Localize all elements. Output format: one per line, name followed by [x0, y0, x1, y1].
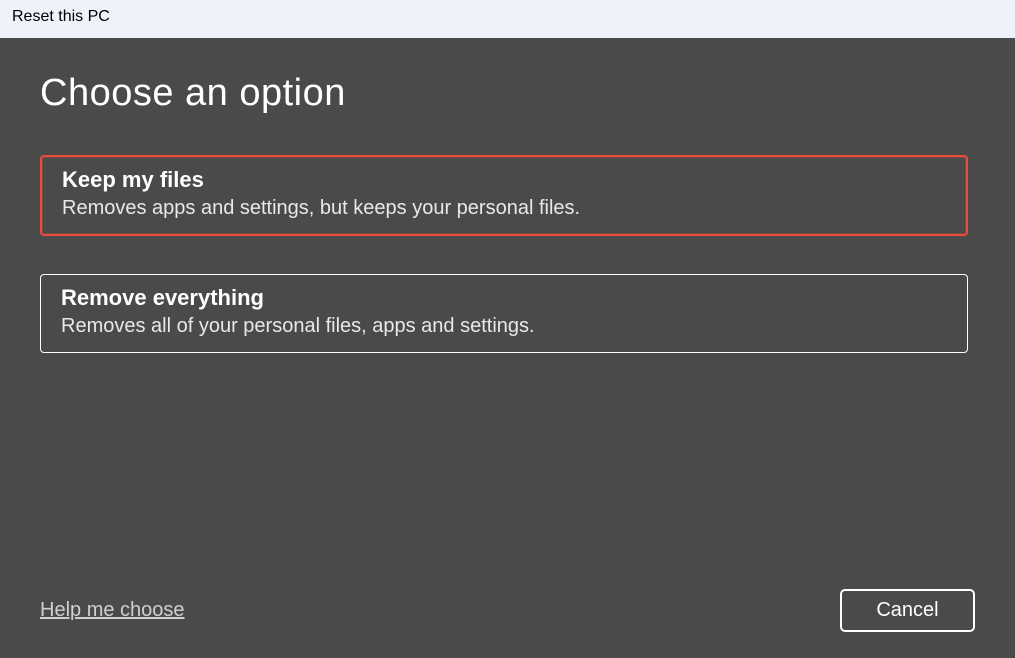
option-description: Removes apps and settings, but keeps you… [62, 197, 946, 220]
content-area: Choose an option Keep my files Removes a… [0, 38, 1015, 658]
option-title: Remove everything [61, 285, 947, 311]
help-me-choose-link[interactable]: Help me choose [40, 599, 185, 622]
window-title: Reset this PC [12, 8, 110, 25]
cancel-button[interactable]: Cancel [840, 589, 975, 632]
option-title: Keep my files [62, 167, 946, 193]
footer-row: Help me choose Cancel [40, 589, 975, 638]
window-title-bar: Reset this PC [0, 0, 1015, 38]
option-remove-everything[interactable]: Remove everything Removes all of your pe… [40, 274, 968, 353]
options-container: Keep my files Removes apps and settings,… [40, 155, 975, 353]
option-keep-my-files[interactable]: Keep my files Removes apps and settings,… [40, 155, 968, 236]
option-description: Removes all of your personal files, apps… [61, 315, 947, 338]
page-heading: Choose an option [40, 72, 975, 115]
